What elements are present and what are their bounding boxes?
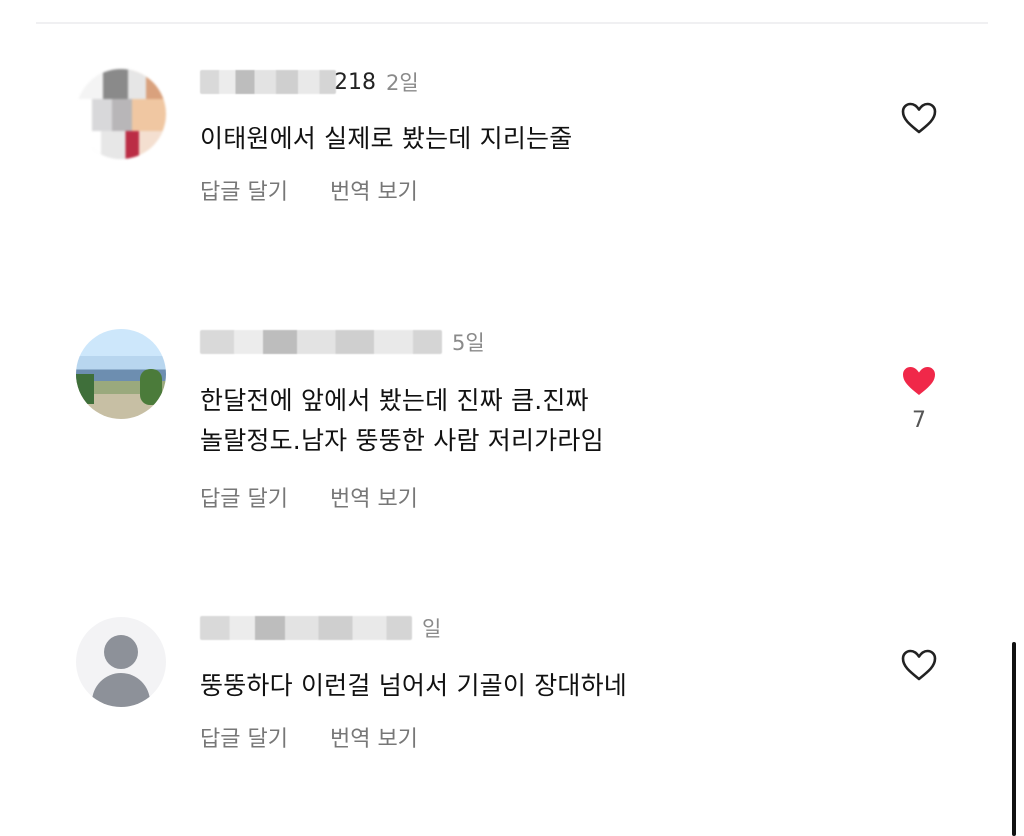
translate-button[interactable]: 번역 보기 — [330, 721, 418, 753]
reply-button[interactable]: 답글 달기 — [200, 174, 288, 206]
comments-screen: 218 2일 이태원에서 실제로 봤는데 지리는줄 답글 달기 번역 보기 5일… — [0, 0, 1024, 836]
heart-filled-icon — [903, 367, 935, 395]
scrollbar[interactable] — [1012, 642, 1016, 836]
username-blurred[interactable] — [200, 330, 442, 354]
comment-actions: 답글 달기 번역 보기 — [200, 174, 418, 206]
comment-time: 5일 — [452, 331, 485, 355]
comment-actions: 답글 달기 번역 보기 — [200, 481, 418, 513]
comment-text: 한달전에 앞에서 봤는데 진짜 큼.진짜 놀랄정도.남자 뚱뚱한 사람 저리가라… — [200, 381, 604, 461]
username-blurred[interactable] — [200, 70, 336, 94]
comment-text: 이태원에서 실제로 봤는데 지리는줄 — [200, 119, 572, 159]
like-button[interactable] — [892, 101, 946, 135]
comment-time: 2일 — [386, 71, 419, 95]
avatar[interactable] — [76, 329, 166, 419]
username-suffix[interactable]: 218 — [334, 70, 376, 95]
comment-text-line: 한달전에 앞에서 봤는데 진짜 큼.진짜 — [200, 386, 589, 415]
heart-outline-icon — [901, 649, 937, 681]
like-button[interactable]: 7 — [892, 364, 946, 433]
heart-outline-icon — [901, 102, 937, 134]
translate-button[interactable]: 번역 보기 — [330, 481, 418, 513]
avatar[interactable] — [76, 69, 166, 159]
user-icon-body — [92, 673, 150, 707]
like-button[interactable] — [892, 648, 946, 682]
like-count: 7 — [912, 408, 926, 433]
comment-username-row: 일 — [200, 614, 441, 642]
comment-text-line: 이태원에서 실제로 봤는데 지리는줄 — [200, 124, 573, 153]
comment-text-line: 뚱뚱하다 이런걸 넘어서 기골이 장대하네 — [200, 671, 627, 700]
avatar[interactable] — [76, 617, 166, 707]
comment-text-line: 놀랄정도.남자 뚱뚱한 사람 저리가라임 — [200, 426, 604, 455]
reply-button[interactable]: 답글 달기 — [200, 721, 288, 753]
comment-username-row: 5일 — [200, 328, 485, 356]
comment-text: 뚱뚱하다 이런걸 넘어서 기골이 장대하네 — [200, 666, 627, 706]
reply-button[interactable]: 답글 달기 — [200, 481, 288, 513]
username-blurred[interactable] — [200, 616, 412, 640]
comment-time: 일 — [422, 617, 442, 641]
translate-button[interactable]: 번역 보기 — [330, 174, 418, 206]
top-divider — [36, 22, 988, 24]
comment-username-row: 218 2일 — [200, 68, 419, 96]
comment-actions: 답글 달기 번역 보기 — [200, 721, 418, 753]
user-icon — [104, 635, 138, 669]
